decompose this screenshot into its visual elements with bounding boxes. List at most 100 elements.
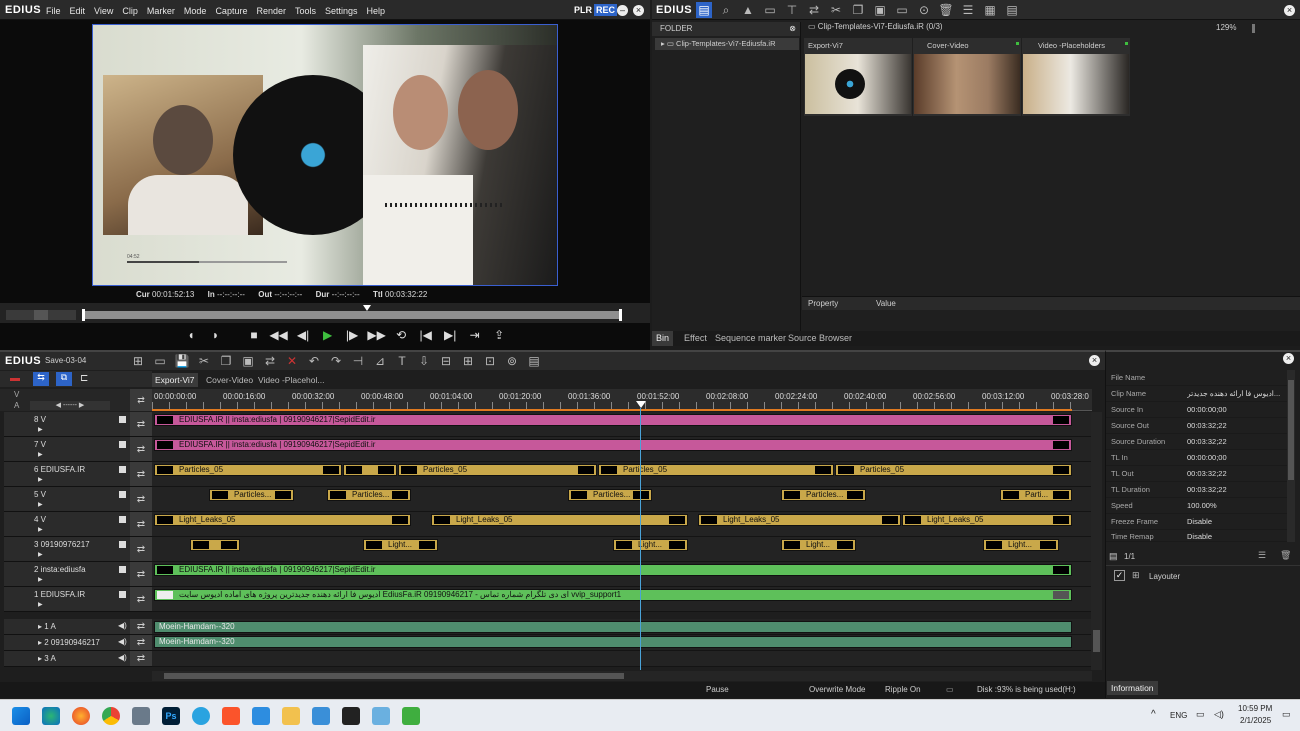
info-close-icon[interactable]: × [1283, 353, 1294, 364]
volume-icon[interactable]: ◁) [1214, 709, 1224, 720]
shuttle-slider[interactable] [6, 310, 76, 320]
track-visible-icon[interactable] [119, 416, 126, 423]
menu-clip[interactable]: Clip [122, 6, 138, 16]
brave-icon[interactable] [222, 707, 240, 725]
step-forward-icon[interactable]: |▶ [341, 328, 363, 342]
fast-forward-icon[interactable]: ▶▶ [366, 328, 388, 342]
audio-clip[interactable]: Moein-Hamdam--320 [154, 621, 1072, 633]
minimize-icon[interactable]: – [617, 5, 628, 16]
timeline-clip[interactable]: Particles_05 [835, 464, 1072, 476]
play-icon[interactable]: ▶ [317, 328, 339, 342]
language-indicator[interactable]: ENG [1170, 711, 1187, 720]
track-visible-icon[interactable] [119, 591, 126, 598]
redo-icon[interactable]: ↷ [328, 353, 344, 369]
add-clip-icon[interactable]: ⊤ [784, 2, 800, 18]
timeline-clip[interactable]: Light... [983, 539, 1059, 551]
menu-settings[interactable]: Settings [325, 6, 358, 16]
track-header-7v[interactable]: 7 V ▶ [4, 437, 130, 462]
menu-mode[interactable]: Mode [184, 6, 207, 16]
replace-icon[interactable]: ⇄ [806, 2, 822, 18]
track-header-4v[interactable]: 4 V ▶ [4, 512, 130, 537]
mixer-icon[interactable]: ⊟ [438, 353, 454, 369]
link-mode-icon[interactable]: ⧉ [56, 372, 72, 386]
menu-render[interactable]: Render [256, 6, 286, 16]
audio-header-3a[interactable]: ▸ 3 A ◀) [4, 651, 130, 667]
paste-icon[interactable]: ▣ [872, 2, 888, 18]
seq-tab-placeholders[interactable]: Video -Placehol... [255, 373, 327, 387]
track-header-2[interactable]: 2 insta:ediusfa ▶ [4, 562, 130, 587]
status-mode[interactable]: Overwrite Mode [809, 682, 865, 698]
photoshop-icon[interactable]: Ps [162, 707, 180, 725]
timeline-clip[interactable]: Parti... [1000, 489, 1072, 501]
audio-header-2[interactable]: ▸ 2 09190946217 ◀) [4, 635, 130, 651]
audio-clip[interactable]: Moein-Hamdam--320 [154, 636, 1072, 648]
bin-clip-export[interactable]: Export-Vi7 [804, 38, 912, 116]
tl-settings-icon[interactable]: ▤ [526, 353, 542, 369]
sequence-settings-icon[interactable]: ⊞ [130, 353, 146, 369]
stop-icon[interactable]: ■ [243, 328, 265, 342]
insert-mode-icon[interactable]: ▬ [10, 373, 20, 384]
set-out-icon[interactable]: ◗ [205, 328, 227, 342]
firefox-icon[interactable] [72, 707, 90, 725]
track-sync-icon[interactable]: ⇄ [130, 437, 152, 462]
next-edit-icon[interactable]: ▶| [439, 328, 461, 342]
speaker-icon[interactable]: ◀) [118, 637, 127, 646]
timeline-clip[interactable]: EDIUSFA.IR || insta:ediusfa | 0919094621… [154, 414, 1072, 426]
properties-icon[interactable]: ▤ [1004, 2, 1020, 18]
audio-sync-icon[interactable]: ⇄ [130, 635, 152, 651]
folder-view-icon[interactable]: ▤ [696, 2, 712, 18]
video-preview[interactable]: 04:52 [92, 24, 558, 286]
info-scrollbar[interactable] [1287, 370, 1295, 542]
timeline-clip[interactable]: اُدیوس فا ارائه دهنده جدیدترین پروژه های… [154, 589, 1072, 601]
cut-tl-icon[interactable]: ✂ [196, 353, 212, 369]
telegram-icon[interactable] [192, 707, 210, 725]
replace-tl-icon[interactable]: ⇄ [262, 353, 278, 369]
title-icon[interactable]: T [394, 353, 410, 369]
delete-tl-icon[interactable]: ✕ [284, 353, 300, 369]
expand-icon[interactable]: ▶ [38, 526, 43, 533]
tray-chevron-icon[interactable]: ^ [1151, 709, 1156, 720]
timeline-vscroll[interactable] [1091, 412, 1102, 670]
file-explorer-icon[interactable] [282, 707, 300, 725]
menu-capture[interactable]: Capture [215, 6, 247, 16]
undo-icon[interactable]: ↶ [306, 353, 322, 369]
track-sync-icon[interactable]: ⇄ [130, 587, 152, 612]
app-icon[interactable] [252, 707, 270, 725]
network-icon[interactable]: ▭ [1196, 709, 1205, 720]
scrub-bar[interactable] [82, 311, 622, 319]
track-header-8v[interactable]: 8 V ▶ [4, 412, 130, 437]
expand-icon[interactable]: ▶ [38, 501, 43, 508]
expand-icon[interactable]: ▶ [38, 601, 43, 608]
insert-icon[interactable]: ⇥ [464, 328, 486, 342]
tab-bin[interactable]: Bin [652, 331, 674, 346]
expand-icon[interactable]: ▶ [38, 476, 43, 483]
timeline-clip[interactable]: EDIUSFA.IR || insta:ediusfa | 0919094621… [154, 564, 1072, 576]
timeline-hscroll[interactable] [152, 671, 1092, 681]
channel-map-icon[interactable]: ⇄ [130, 389, 152, 411]
rec-toggle[interactable]: REC [594, 4, 618, 16]
record-icon[interactable]: ⊙ [916, 2, 932, 18]
snap-icon[interactable]: ⊞ [460, 353, 476, 369]
track-sync-icon[interactable]: ⇄ [130, 487, 152, 512]
vscroll-thumb[interactable] [1093, 630, 1100, 652]
tab-sequence-marker[interactable]: Sequence marker [715, 331, 786, 346]
show-player-icon[interactable]: ▭ [894, 2, 910, 18]
save-project-icon[interactable]: 💾 [174, 353, 190, 369]
track-header-1[interactable]: 1 EDIUSFA.IR ▶ [4, 587, 130, 612]
expand-icon[interactable]: ▶ [38, 426, 43, 433]
timeline-playhead[interactable] [640, 408, 641, 670]
track-sync-icon[interactable]: ⇄ [130, 512, 152, 537]
clock-time[interactable]: 10:59 PM [1238, 704, 1272, 713]
render-icon[interactable]: ⊚ [504, 353, 520, 369]
track-visible-icon[interactable] [119, 541, 126, 548]
layouter-label[interactable]: Layouter [1149, 572, 1180, 581]
seq-tab-cover[interactable]: Cover-Video [203, 373, 256, 387]
status-ripple[interactable]: Ripple On [885, 682, 921, 698]
timeline-clip[interactable]: Particles_05 [598, 464, 834, 476]
track-visible-icon[interactable] [119, 491, 126, 498]
app-icon[interactable] [342, 707, 360, 725]
layouter-checkbox[interactable]: ✓ [1114, 570, 1125, 581]
transition-icon[interactable]: ⊿ [372, 353, 388, 369]
channel-selector[interactable]: ◀ ------ ▶ [30, 401, 110, 410]
timeline-clip[interactable] [190, 539, 240, 551]
